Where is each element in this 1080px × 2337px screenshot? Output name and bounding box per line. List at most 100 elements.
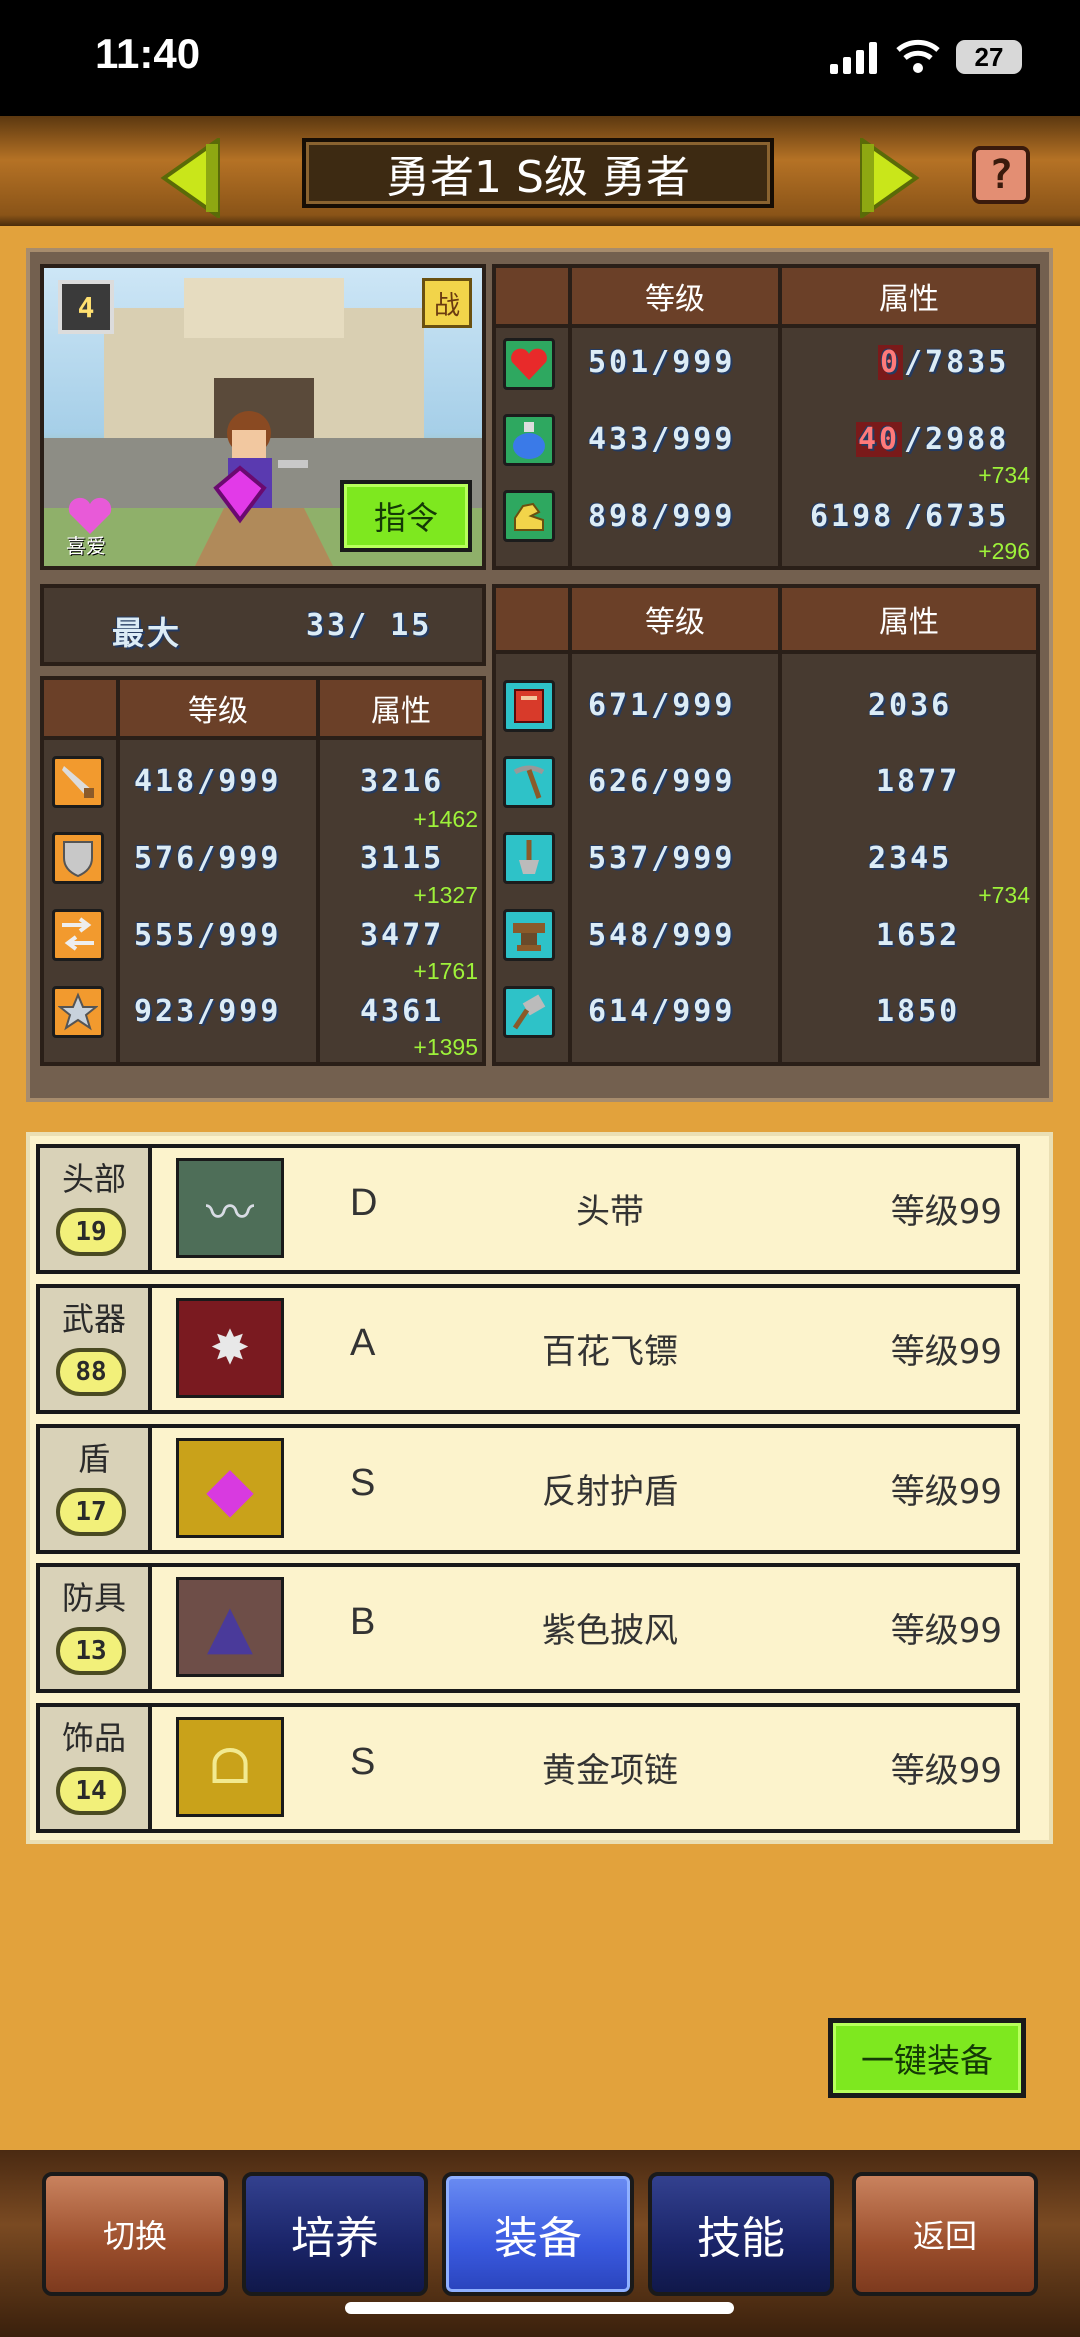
vitals-header-blank [492,264,572,328]
equipment-slot: 饰品 14 [40,1707,152,1829]
equipment-row-head[interactable]: 头部 19 〰 D 头带 等级99 [36,1144,1020,1274]
nav-back-button[interactable]: 返回 [852,2172,1038,2296]
equipment-row-accessory[interactable]: 饰品 14 ᗝ S 黄金项链 等级99 [36,1703,1020,1833]
command-button[interactable]: 指令 [340,480,472,552]
prev-hero-button[interactable] [160,136,222,220]
slot-name: 饰品 [61,1719,126,1757]
equipment-name: 反射护盾 [542,1472,678,1512]
potion-icon [503,414,555,466]
nav-equip-button[interactable]: 装备 [442,2172,634,2296]
equipment-name: 紫色披风 [542,1611,678,1651]
vitals-row-2-bonus: +296 [978,538,1030,564]
combat-row-2-bonus: +1761 [413,958,478,984]
combat-row-2-level: 555/999 [134,918,282,953]
nav-train-button[interactable]: 培养 [242,2172,428,2296]
combat-row-1-level: 576/999 [134,841,282,876]
vitals-header-attr: 属性 [778,264,1040,328]
combat-row-0-level: 418/999 [134,764,282,799]
nav-skill-button[interactable]: 技能 [648,2172,834,2296]
crafting-row-1-level: 626/999 [588,764,736,799]
crafting-row-0-attr: 2036 [868,688,953,723]
equipment-level: 等级99 [890,1751,1002,1791]
vitals-header-level: 等级 [568,264,782,328]
equipment-rank: S [350,1462,376,1504]
combat-row-0-attr: 3216 [360,764,445,799]
crafting-row-2-attr: 2345 [868,841,953,876]
battery-level: 27 [974,41,1004,72]
combat-header-attr: 属性 [316,676,486,740]
book-icon [503,680,555,732]
vitals-row-1-attr-current: 40 [856,422,903,457]
vitals-row-0-attr-current: 0 [878,345,904,380]
help-button[interactable]: ? [972,146,1030,204]
equipment-slot: 防具 13 [40,1567,152,1689]
combat-row-1-attr: 3115 [360,841,445,876]
hero-level-badge: 4 [58,280,114,334]
signal-icon [830,42,882,74]
pickaxe-icon [503,756,555,808]
max-label: 最大 [112,614,183,652]
hammer-icon [503,986,555,1038]
status-time: 11:40 [95,30,201,77]
crafting-row-4-attr: 1850 [876,994,961,1029]
star-icon [52,986,104,1038]
next-hero-button[interactable] [858,136,920,220]
slot-level-badge: 14 [56,1767,126,1815]
necklace-icon: ᗝ [176,1717,284,1817]
cloak-icon: ▲ [176,1577,284,1677]
slot-name: 防具 [61,1579,126,1617]
combat-row-0-bonus: +1462 [413,806,478,832]
equipment-slot: 盾 17 [40,1428,152,1550]
shield-icon [52,832,104,884]
auto-equip-button[interactable]: 一键装备 [828,2018,1026,2098]
equipment-level: 等级99 [890,1472,1002,1512]
status-bar: 11:40 27 [0,0,1080,116]
equipment-name: 百花飞镖 [542,1332,678,1372]
crafting-row-0-level: 671/999 [588,688,736,723]
wifi-icon [896,38,940,74]
max-box: 最大 33/ 15 [40,584,486,666]
hero-sprite [204,408,314,528]
equipment-row-weapon[interactable]: 武器 88 ✸ A 百花飞镖 等级99 [36,1284,1020,1414]
crafting-row-3-attr: 1652 [876,918,961,953]
combat-row-3-level: 923/999 [134,994,282,1029]
slot-name: 武器 [61,1300,126,1338]
equipment-level: 等级99 [890,1192,1002,1232]
equipment-row-shield[interactable]: 盾 17 ◆ S 反射护盾 等级99 [36,1424,1020,1554]
sword-icon [52,756,104,808]
anvil-icon [503,909,555,961]
crafting-header-level: 等级 [568,584,782,654]
home-indicator[interactable] [345,2302,734,2314]
equipment-rank: S [350,1741,376,1783]
vitals-row-0-level: 501/999 [588,345,736,380]
battle-badge: 战 [422,278,472,328]
hero-title: 勇者1 S级 勇者 [302,138,774,208]
favorite-label: 喜爱 [66,534,106,558]
slot-level-badge: 13 [56,1627,126,1675]
crafting-divider-1 [568,650,572,1066]
slot-level-badge: 19 [56,1208,126,1256]
slot-name: 盾 [77,1440,110,1478]
vitals-row-1-level: 433/999 [588,422,736,457]
combat-row-2-attr: 3477 [360,918,445,953]
combat-row-3-attr: 4361 [360,994,445,1029]
heart-icon [503,338,555,390]
crafting-row-4-level: 614/999 [588,994,736,1029]
crafting-row-3-level: 548/999 [588,918,736,953]
equipment-row-armor[interactable]: 防具 13 ▲ B 紫色披风 等级99 [36,1563,1020,1693]
crafting-row-2-bonus: +734 [978,882,1030,908]
shovel-icon [503,832,555,884]
crafting-row-2-level: 537/999 [588,841,736,876]
equipment-rank: A [350,1322,376,1364]
nav-switch-button[interactable]: 切换 [42,2172,228,2296]
gem-shield-icon: ◆ [176,1438,284,1538]
combat-divider-2 [316,736,320,1066]
equipment-rank: B [350,1601,376,1643]
vitals-row-2-attr-current: 6198 [810,499,895,534]
vitals-divider-1 [568,324,572,570]
max-value: 33/ 15 [306,608,433,643]
shuriken-icon: ✸ [176,1298,284,1398]
slot-level-badge: 88 [56,1348,126,1396]
equipment-name: 头带 [576,1192,644,1232]
vitals-row-2-attr-max: /6735 [904,499,1010,534]
